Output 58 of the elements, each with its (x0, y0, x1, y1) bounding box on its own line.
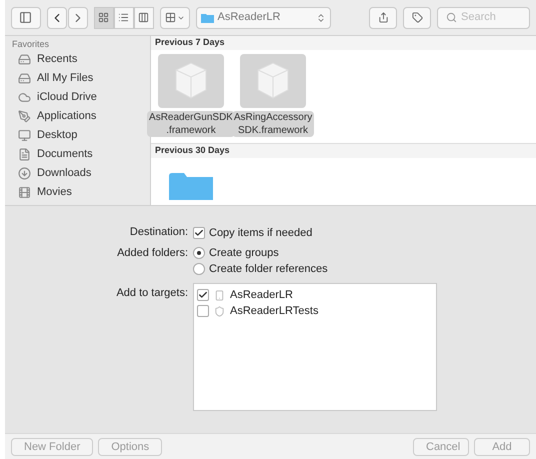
phone-icon (214, 290, 225, 300)
grid-icon (98, 12, 110, 23)
cloud-icon (18, 91, 31, 104)
sidebar-item[interactable]: Movies (37, 184, 72, 201)
target-name: AsReaderLRTests (230, 304, 318, 319)
sidebar-item[interactable]: iCloud Drive (37, 89, 97, 106)
target-name: AsReaderLR (230, 288, 293, 303)
download-icon (18, 167, 31, 180)
search-icon (446, 12, 458, 23)
checkbox[interactable] (197, 305, 209, 317)
share-button[interactable] (369, 6, 398, 28)
folder-icon (200, 12, 214, 22)
field-label: Destination: (128, 225, 188, 240)
sidebar-item[interactable]: All My Files (37, 70, 94, 87)
search-input[interactable]: Search (461, 9, 522, 26)
checkbox[interactable] (197, 289, 209, 301)
file-name: AsReaderGunSDK .framework (147, 111, 235, 137)
sidebar-icon (19, 11, 32, 24)
monitor-icon (18, 129, 31, 142)
field-label: Added folders: (116, 246, 188, 261)
forward-button[interactable] (68, 6, 88, 28)
location-popup[interactable]: AsReaderLR (196, 6, 332, 28)
sidebar-item[interactable]: Applications (37, 108, 96, 125)
file-name: AsRingAccessory SDK.framework (232, 111, 314, 137)
search-field[interactable]: Search (437, 6, 530, 28)
drive-icon (18, 53, 31, 66)
list-icon (118, 12, 130, 23)
section-header: Previous 30 Days (151, 144, 536, 158)
view-mode-tab[interactable] (134, 6, 154, 28)
sidebar-heading: Favorites (12, 39, 50, 50)
document-icon (18, 148, 31, 161)
arrange-button[interactable] (160, 6, 190, 28)
tag-button[interactable] (403, 6, 432, 28)
drive-icon (18, 72, 31, 85)
section-header: Previous 7 Days (151, 36, 536, 50)
stepper-icon (316, 12, 326, 22)
sidebar-item[interactable]: Desktop (37, 127, 78, 144)
view-mode-tab[interactable] (94, 6, 114, 28)
pen-tool-icon (18, 110, 31, 123)
tag-icon (412, 12, 423, 23)
radio-button[interactable] (193, 247, 205, 259)
sidebar-item[interactable]: Downloads (37, 165, 92, 182)
grid-icon (164, 12, 176, 23)
sidebar-toggle-button[interactable] (11, 6, 41, 28)
sidebar-item[interactable]: Documents (37, 146, 93, 163)
share-icon (378, 12, 389, 23)
radio-label: Create groups (209, 246, 279, 261)
radio-label: Create folder references (209, 262, 328, 277)
shield-icon (214, 306, 225, 316)
checkbox-label: Copy items if needed (209, 226, 312, 241)
sidebar-item[interactable]: Recents (37, 51, 78, 68)
film-icon (18, 186, 31, 199)
field-label: Add to targets: (115, 286, 188, 301)
back-button[interactable] (46, 6, 67, 28)
view-mode-tab[interactable] (114, 6, 134, 28)
checkbox[interactable] (193, 227, 205, 239)
radio-button[interactable] (193, 263, 205, 275)
columns-icon (138, 12, 150, 23)
